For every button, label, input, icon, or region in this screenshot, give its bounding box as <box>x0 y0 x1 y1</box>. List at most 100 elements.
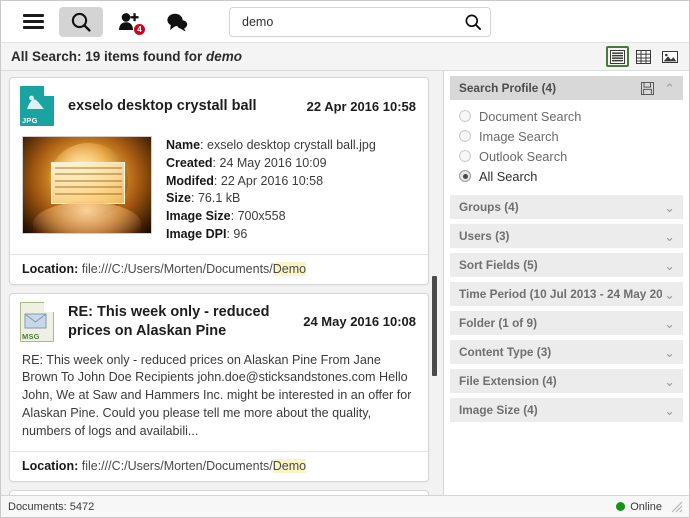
chevron-double-down-icon[interactable]: ⌄ <box>662 375 677 388</box>
photo-glyph-icon <box>24 93 48 113</box>
result-header: JPG exselo desktop crystall ball 22 Apr … <box>10 78 428 134</box>
scrollbar-thumb[interactable] <box>432 276 437 376</box>
meta-label: Image Size <box>166 209 231 223</box>
meta-value: 24 May 2016 10:09 <box>220 156 327 170</box>
result-card[interactable]: MSG RE: This weeks sales lead 24 May 201… <box>9 490 429 495</box>
floppy-save-icon[interactable] <box>641 82 654 95</box>
resize-grip-icon[interactable] <box>671 501 683 513</box>
search-profile-options: Document Search Image Search Outlook Sea… <box>450 100 683 190</box>
top-toolbar: 4 <box>1 1 689 43</box>
radio-icon <box>459 110 471 122</box>
radio-image-search[interactable]: Image Search <box>459 126 683 146</box>
search-mode-button[interactable] <box>59 7 103 37</box>
results-header: All Search: 19 items found for demo <box>1 43 689 71</box>
location-path: file:///C:/Users/Morten/Documents/ <box>82 262 273 276</box>
table-view-button[interactable] <box>632 46 655 67</box>
hamburger-menu-button[interactable] <box>11 7 55 37</box>
table-view-icon <box>636 50 651 64</box>
chevron-double-down-icon[interactable]: ⌄ <box>662 201 677 214</box>
connection-label: Online <box>630 501 662 513</box>
facet-file-extension-header[interactable]: File Extension (4) ⌄ <box>450 369 683 393</box>
facet-time-period-header[interactable]: Time Period (10 Jul 2013 - 24 May 2016) … <box>450 282 683 306</box>
result-date: 24 May 2016 10:08 <box>303 314 416 329</box>
hamburger-menu-icon <box>23 14 44 29</box>
meta-row: Image DPI: 96 <box>166 226 416 244</box>
search-icon <box>70 11 92 33</box>
chat-button[interactable] <box>155 7 199 37</box>
facet-title: Groups (4) <box>459 200 662 214</box>
result-title[interactable]: RE: This week only - reduced prices on A… <box>68 303 289 339</box>
chevron-double-down-icon[interactable]: ⌄ <box>662 317 677 330</box>
chevron-double-down-icon[interactable]: ⌄ <box>662 259 677 272</box>
radio-document-search[interactable]: Document Search <box>459 106 683 126</box>
facet-groups-header[interactable]: Groups (4) ⌄ <box>450 195 683 219</box>
facet-users: Users (3) ⌄ <box>450 224 683 248</box>
radio-all-search[interactable]: All Search <box>459 166 683 186</box>
facet-sort-fields-header[interactable]: Sort Fields (5) ⌄ <box>450 253 683 277</box>
main-body: JPG exselo desktop crystall ball 22 Apr … <box>1 71 689 495</box>
result-metadata: Name: exselo desktop crystall ball.jpg C… <box>166 136 416 244</box>
meta-value: 96 <box>233 227 247 241</box>
meta-value: 76.1 kB <box>198 191 240 205</box>
facet-content-type-header[interactable]: Content Type (3) ⌄ <box>450 340 683 364</box>
radio-outlook-search[interactable]: Outlook Search <box>459 146 683 166</box>
facet-title: Image Size (4) <box>459 403 662 417</box>
result-card[interactable]: MSG RE: This week only - reduced prices … <box>9 293 429 482</box>
chevron-double-down-icon[interactable]: ⌄ <box>662 230 677 243</box>
list-view-icon <box>610 50 625 64</box>
jpg-file-label: JPG <box>20 116 40 125</box>
result-snippet: RE: This week only - reduced prices on A… <box>10 350 428 451</box>
facet-folder: Folder (1 of 9) ⌄ <box>450 311 683 335</box>
radio-label: Outlook Search <box>479 149 567 164</box>
envelope-glyph-icon <box>24 313 48 329</box>
results-list[interactable]: JPG exselo desktop crystall ball 22 Apr … <box>1 71 443 495</box>
radio-icon-selected <box>459 170 471 182</box>
search-profile-header[interactable]: Search Profile (4) ⌃ <box>450 76 683 100</box>
facet-image-size-header[interactable]: Image Size (4) ⌄ <box>450 398 683 422</box>
result-header: MSG RE: This weeks sales lead 24 May 201… <box>10 491 428 495</box>
filters-sidebar: Search Profile (4) ⌃ Document Search <box>443 71 689 495</box>
facet-title: Folder (1 of 9) <box>459 316 662 330</box>
status-bar: Documents: 5472 Online <box>1 495 689 517</box>
facet-users-header[interactable]: Users (3) ⌄ <box>450 224 683 248</box>
image-view-button[interactable] <box>658 46 681 67</box>
search-box[interactable] <box>229 7 491 37</box>
result-header: MSG RE: This week only - reduced prices … <box>10 294 428 350</box>
list-view-button[interactable] <box>606 46 629 67</box>
results-query-term: demo <box>206 49 242 64</box>
location-match-highlight: Demo <box>273 459 306 473</box>
result-location: Location: file:///C:/Users/Morten/Docume… <box>10 254 428 284</box>
meta-value: 22 Apr 2016 10:58 <box>221 174 323 188</box>
facet-image-size: Image Size (4) ⌄ <box>450 398 683 422</box>
results-scrollbar[interactable] <box>430 71 439 495</box>
chevron-double-down-icon[interactable]: ⌄ <box>662 288 677 301</box>
jpg-file-icon: JPG <box>20 86 54 126</box>
location-match-highlight: Demo <box>273 262 306 276</box>
location-path: file:///C:/Users/Morten/Documents/ <box>82 459 273 473</box>
radio-label: Document Search <box>479 109 581 124</box>
result-title[interactable]: exselo desktop crystall ball <box>68 97 293 115</box>
results-count-label: All Search: 19 items found for demo <box>11 49 606 64</box>
result-detail: Name: exselo desktop crystall ball.jpg C… <box>10 134 428 254</box>
result-card[interactable]: JPG exselo desktop crystall ball 22 Apr … <box>9 77 429 285</box>
msg-file-icon: MSG <box>20 302 54 342</box>
add-user-button[interactable]: 4 <box>107 7 151 37</box>
magnifier-icon[interactable] <box>464 13 482 31</box>
meta-value: 700x558 <box>238 209 286 223</box>
meta-label: Modifed <box>166 174 214 188</box>
facet-title: Time Period (10 Jul 2013 - 24 May 2016) <box>459 287 662 301</box>
add-user-badge: 4 <box>133 23 146 36</box>
chevron-double-down-icon[interactable]: ⌄ <box>662 404 677 417</box>
result-thumbnail[interactable] <box>22 136 152 234</box>
results-count-text: All Search: 19 items found for <box>11 49 206 64</box>
facet-content-type: Content Type (3) ⌄ <box>450 340 683 364</box>
chevron-double-down-icon[interactable]: ⌄ <box>662 346 677 359</box>
facet-time-period: Time Period (10 Jul 2013 - 24 May 2016) … <box>450 282 683 306</box>
result-date: 22 Apr 2016 10:58 <box>307 99 416 114</box>
chat-bubble-icon <box>166 12 188 32</box>
chevron-up-icon[interactable]: ⌃ <box>662 82 677 95</box>
search-input[interactable] <box>242 15 464 29</box>
facet-folder-header[interactable]: Folder (1 of 9) ⌄ <box>450 311 683 335</box>
meta-label: Size <box>166 191 191 205</box>
meta-label: Image DPI <box>166 227 226 241</box>
